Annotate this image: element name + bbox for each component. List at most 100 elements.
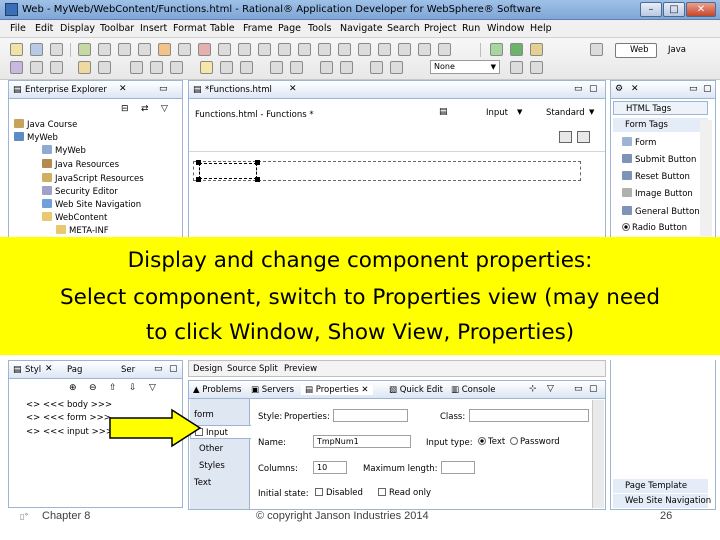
server-icon[interactable] xyxy=(78,43,91,56)
align-right-icon[interactable] xyxy=(258,43,271,56)
java-perspective-button[interactable]: Java xyxy=(668,45,686,55)
selection-handle[interactable] xyxy=(196,177,201,182)
link-icon[interactable] xyxy=(358,43,371,56)
style-icon[interactable] xyxy=(370,61,383,74)
palette-item-form[interactable]: Form xyxy=(622,137,656,148)
run-icon[interactable] xyxy=(510,43,523,56)
tab-split[interactable]: Split xyxy=(259,364,278,374)
palette-drawer-html-tags[interactable]: HTML Tags xyxy=(613,101,708,115)
close-icon[interactable]: ✕ xyxy=(45,364,53,374)
palette-scrollbar[interactable] xyxy=(700,120,712,236)
style-action-icon[interactable]: ▽ xyxy=(149,383,156,393)
tree-item-myweb[interactable]: MyWeb xyxy=(14,132,58,143)
side-tab-styles[interactable]: Styles xyxy=(199,461,225,471)
format-icon[interactable] xyxy=(220,61,233,74)
menu-page[interactable]: Page xyxy=(278,23,301,34)
underline-icon[interactable] xyxy=(198,43,211,56)
open-perspective-icon[interactable] xyxy=(590,43,603,56)
read-only-checkbox[interactable]: Read only xyxy=(378,488,431,498)
menu-edit[interactable]: Edit xyxy=(35,23,53,34)
tree-item-security-editor[interactable]: Security Editor xyxy=(42,186,118,197)
properties-scrollbar[interactable] xyxy=(592,400,604,508)
web-perspective-button[interactable]: Web xyxy=(615,43,657,58)
format-icon[interactable] xyxy=(170,61,183,74)
palette-drawer-web-site-navigation[interactable]: Web Site Navigation xyxy=(613,494,711,508)
selection-handle[interactable] xyxy=(255,160,260,165)
copy-icon[interactable] xyxy=(118,43,131,56)
style-item-input[interactable]: <> <<< input >>> xyxy=(26,427,113,437)
format-icon[interactable] xyxy=(290,61,303,74)
menu-format[interactable]: Format xyxy=(173,23,206,34)
class-input[interactable] xyxy=(469,409,589,422)
radio-text[interactable]: Text xyxy=(478,437,505,447)
tree-item-webcontent[interactable]: WebContent xyxy=(42,212,107,223)
menu-run[interactable]: Run xyxy=(462,23,480,34)
edit-icon[interactable] xyxy=(98,61,111,74)
minimize-view-icon[interactable]: ▭ xyxy=(159,84,168,94)
close-icon[interactable]: ✕ xyxy=(289,84,297,94)
frame-icon[interactable] xyxy=(418,43,431,56)
menu-insert[interactable]: Insert xyxy=(140,23,167,34)
maximize-view-icon[interactable]: ▢ xyxy=(703,84,712,94)
style-icon[interactable] xyxy=(390,61,403,74)
view-menu-icon[interactable]: ▽ xyxy=(547,384,554,394)
format-icon[interactable] xyxy=(270,61,283,74)
print-icon[interactable] xyxy=(50,43,63,56)
maximize-view-icon[interactable]: ▢ xyxy=(589,384,598,394)
name-input[interactable]: TmpNum1 xyxy=(313,435,411,448)
menu-navigate[interactable]: Navigate xyxy=(340,23,383,34)
color-icon[interactable] xyxy=(438,43,451,56)
menu-frame[interactable]: Frame xyxy=(243,23,273,34)
tree-item-myweb-deploy[interactable]: MyWeb xyxy=(42,145,86,156)
side-tab-other[interactable]: Other xyxy=(199,444,223,454)
menu-toolbar[interactable]: Toolbar xyxy=(100,23,134,34)
format-icon[interactable] xyxy=(150,61,163,74)
nav-icon[interactable] xyxy=(30,61,43,74)
back-icon[interactable] xyxy=(320,61,333,74)
selection-handle[interactable] xyxy=(196,160,201,165)
close-icon[interactable]: ✕ xyxy=(119,84,127,94)
side-tab-text[interactable]: Text xyxy=(194,478,211,488)
indent-icon[interactable] xyxy=(278,43,291,56)
tab-preview[interactable]: Preview xyxy=(284,364,317,374)
tab-problems[interactable]: ▲ Problems xyxy=(193,385,241,395)
toggle-layout-icon[interactable] xyxy=(559,131,572,143)
close-icon[interactable]: ✕ xyxy=(631,84,639,94)
tab-design[interactable]: Design xyxy=(193,364,222,374)
nav-icon[interactable] xyxy=(10,61,23,74)
tab-servers[interactable]: ▣ Servers xyxy=(251,385,294,395)
new-icon[interactable] xyxy=(10,43,23,56)
link-editor-icon[interactable]: ⇄ xyxy=(141,104,149,114)
format-icon[interactable] xyxy=(130,61,143,74)
input-dropdown[interactable]: Input xyxy=(486,108,508,118)
max-length-input[interactable] xyxy=(441,461,475,474)
font-size-icon[interactable] xyxy=(510,61,523,74)
menu-file[interactable]: File xyxy=(10,23,26,34)
tab-page[interactable]: Pag xyxy=(67,365,82,375)
tab-quick-edit[interactable]: ▧ Quick Edit xyxy=(389,385,443,395)
maximize-view-icon[interactable]: ▢ xyxy=(589,84,598,94)
tab-styles[interactable]: Styl xyxy=(25,365,41,375)
align-left-icon[interactable] xyxy=(218,43,231,56)
tab-servers[interactable]: Ser xyxy=(121,365,135,375)
style-action-icon[interactable]: ⇩ xyxy=(129,383,137,393)
font-size-icon[interactable] xyxy=(530,61,543,74)
image-icon[interactable] xyxy=(378,43,391,56)
format-icon[interactable] xyxy=(240,61,253,74)
tree-item-meta-inf[interactable]: META-INF xyxy=(56,225,109,236)
palette-drawer-form-tags[interactable]: Form Tags xyxy=(613,118,708,132)
table-icon[interactable] xyxy=(338,43,351,56)
outdent-icon[interactable] xyxy=(298,43,311,56)
palette-item-image-button[interactable]: Image Button xyxy=(622,188,693,199)
forward-icon[interactable] xyxy=(340,61,353,74)
palette-drawer-page-template[interactable]: Page Template xyxy=(613,479,708,493)
maximize-view-icon[interactable]: ▢ xyxy=(169,364,178,374)
editor-tab-functions[interactable]: *Functions.html xyxy=(205,85,272,95)
selected-input-field[interactable] xyxy=(199,163,257,179)
style-action-icon[interactable]: ⊕ xyxy=(69,383,77,393)
align-center-icon[interactable] xyxy=(238,43,251,56)
columns-input[interactable]: 10 xyxy=(313,461,347,474)
selection-handle[interactable] xyxy=(255,177,260,182)
minimize-view-icon[interactable]: ▭ xyxy=(689,84,698,94)
format-icon[interactable] xyxy=(200,61,213,74)
